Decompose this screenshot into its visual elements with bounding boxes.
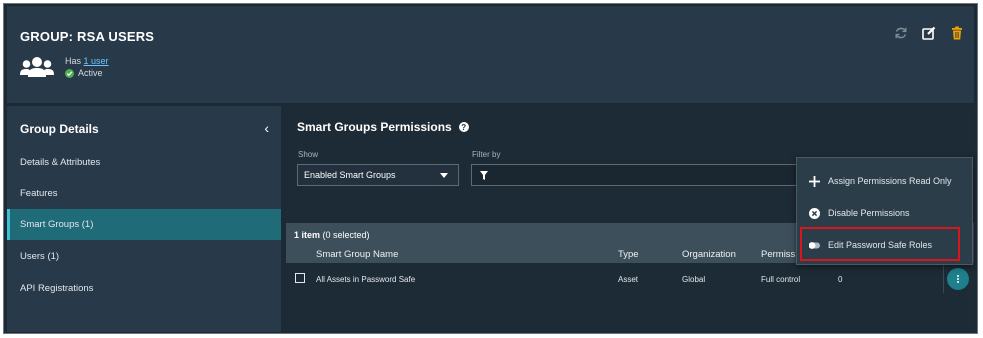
funnel-icon xyxy=(480,171,488,180)
sidebar-item-label: Users (1) xyxy=(20,251,60,262)
cell-permission: Full control xyxy=(761,275,801,284)
has-prefix: Has xyxy=(65,56,82,66)
edit-icon[interactable] xyxy=(922,26,936,40)
row-checkbox[interactable] xyxy=(295,273,305,283)
status-line: Active xyxy=(65,68,103,78)
sidebar-item-smart-groups[interactable]: Smart Groups (1) xyxy=(7,209,281,240)
help-icon[interactable]: ? xyxy=(458,122,469,132)
check-circle-icon xyxy=(65,68,74,78)
trash-icon[interactable] xyxy=(950,26,964,40)
cell-organization: Global xyxy=(682,275,706,284)
filter-input[interactable] xyxy=(471,164,801,186)
item-count-bold: 1 item xyxy=(294,230,321,240)
user-count-link[interactable]: 1 user xyxy=(84,56,109,66)
section-title-text: Smart Groups Permissions xyxy=(297,120,452,134)
sidebar-title: Group Details xyxy=(20,122,99,136)
cell-type: Asset xyxy=(618,275,639,284)
table-row[interactable]: All Assets in Password Safe Asset Global… xyxy=(286,265,974,293)
group-header: GROUP: RSA USERS Has 1 user Active xyxy=(7,6,974,103)
user-count-line: Has 1 user xyxy=(65,56,109,66)
users-group-icon xyxy=(20,57,54,77)
row-actions-menu-icon[interactable] xyxy=(947,268,969,290)
app-frame: GROUP: RSA USERS Has 1 user Active Group… xyxy=(3,3,978,334)
section-title: Smart Groups Permissions ? xyxy=(297,120,469,134)
highlight-annotation xyxy=(800,227,960,261)
sidebar-item-features[interactable]: Features xyxy=(7,178,281,209)
sidebar-item-label: API Registrations xyxy=(20,283,94,294)
plus-icon xyxy=(809,176,820,187)
menu-item-disable-permissions[interactable]: Disable Permissions xyxy=(797,197,972,229)
show-label: Show xyxy=(298,150,319,159)
x-circle-icon xyxy=(809,208,820,219)
column-header-permission[interactable]: Permiss xyxy=(761,249,795,260)
item-count-selected: (0 selected) xyxy=(322,230,370,240)
sidebar-item-users[interactable]: Users (1) xyxy=(7,241,281,272)
header-actions xyxy=(894,26,964,40)
menu-item-assign-read-only[interactable]: Assign Permissions Read Only xyxy=(797,165,972,197)
collapse-chevron-icon[interactable]: ‹ xyxy=(264,120,269,136)
sidebar-item-label: Features xyxy=(20,188,58,199)
column-header-type[interactable]: Type xyxy=(618,249,639,260)
sidebar-item-label: Smart Groups (1) xyxy=(20,219,94,230)
row-divider xyxy=(943,265,944,293)
sync-icon[interactable] xyxy=(894,26,908,40)
filter-label: Filter by xyxy=(472,150,501,159)
cell-name: All Assets in Password Safe xyxy=(316,275,416,284)
cell-extra: 0 xyxy=(838,275,843,284)
item-count: 1 item (0 selected) xyxy=(294,230,370,240)
menu-item-label: Disable Permissions xyxy=(828,208,910,218)
column-header-name[interactable]: Smart Group Name xyxy=(316,249,398,260)
status-text: Active xyxy=(78,68,103,78)
page-title: GROUP: RSA USERS xyxy=(20,29,155,44)
column-header-organization[interactable]: Organization xyxy=(682,249,736,260)
menu-item-label: Assign Permissions Read Only xyxy=(828,176,952,186)
sidebar-item-label: Details & Attributes xyxy=(20,157,101,168)
show-select-value: Enabled Smart Groups xyxy=(304,170,396,180)
sidebar: Group Details ‹ Details & Attributes Fea… xyxy=(7,106,281,332)
chevron-down-icon xyxy=(440,173,448,178)
show-select[interactable]: Enabled Smart Groups xyxy=(297,164,459,186)
sidebar-item-details[interactable]: Details & Attributes xyxy=(7,147,281,178)
sidebar-item-api-registrations[interactable]: API Registrations xyxy=(7,273,281,304)
